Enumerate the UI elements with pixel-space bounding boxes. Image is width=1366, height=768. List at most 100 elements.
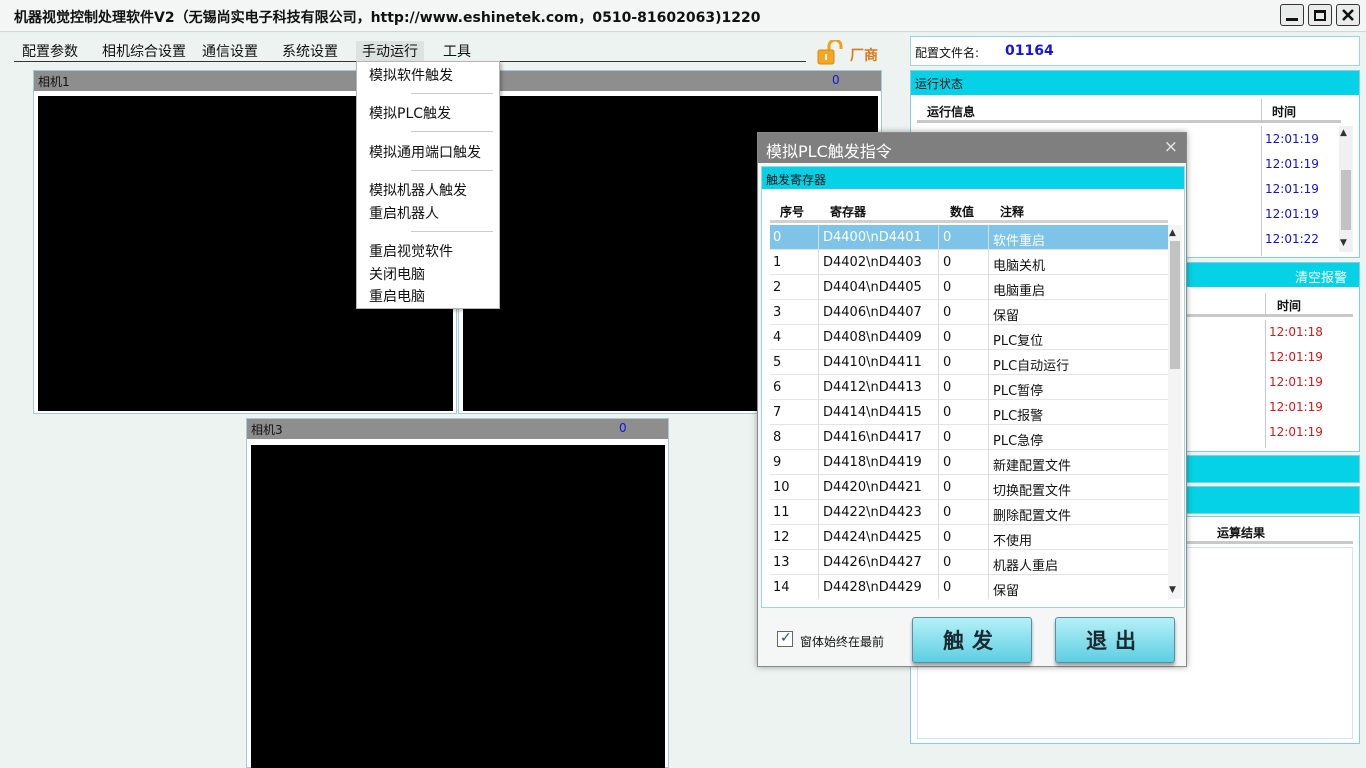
register-row[interactable]: 4 D4408\nD4409 0 PLC复位 (770, 325, 1168, 350)
row-note: 软件重启 (993, 234, 1046, 249)
run-time-cell: 12:01:22 (1265, 232, 1319, 246)
row-register: D4418\nD4419 (823, 455, 922, 470)
menu-restart-vision[interactable]: 重启视觉软件 (369, 241, 453, 261)
register-row[interactable]: 13 D4426\nD4427 0 机器人重启 (770, 550, 1168, 575)
row-value: 0 (943, 480, 952, 495)
menu-tools[interactable]: 工具 (443, 41, 471, 61)
menu-camera-settings[interactable]: 相机综合设置 (102, 41, 186, 61)
menu-manual-run[interactable]: 手动运行 (356, 41, 424, 61)
row-note: 保留 (993, 309, 1020, 324)
register-row[interactable]: 0 D4400\nD4401 0 软件重启 (770, 225, 1168, 250)
always-on-top-checkbox[interactable]: ✓ (777, 630, 793, 647)
menu-sim-plc-trigger[interactable]: 模拟PLC触发 (369, 103, 451, 123)
menu-sim-software-trigger[interactable]: 模拟软件触发 (369, 65, 453, 85)
dialog-close-icon[interactable]: × (1164, 137, 1178, 157)
register-row[interactable]: 7 D4414\nD4415 0 PLC报警 (770, 400, 1168, 425)
checkmark-icon: ✓ (780, 630, 792, 646)
column-divider (1261, 126, 1262, 256)
scroll-up-icon[interactable]: ▲ (1169, 228, 1176, 238)
register-grid-scrollbar[interactable]: ▲ ▼ (1168, 225, 1182, 599)
close-button[interactable] (1336, 4, 1360, 26)
column-divider (938, 525, 939, 550)
column-divider (818, 400, 819, 425)
menu-system-settings[interactable]: 系统设置 (282, 41, 338, 61)
row-note: PLC报警 (993, 409, 1044, 424)
row-value: 0 (943, 555, 952, 570)
menu-restart-robot[interactable]: 重启机器人 (369, 203, 439, 223)
menu-bar: 配置参数 相机综合设置 通信设置 系统设置 手动运行 工具 (14, 38, 806, 62)
menu-sim-port-trigger[interactable]: 模拟通用端口触发 (369, 142, 481, 162)
scroll-thumb[interactable] (1341, 170, 1351, 230)
row-index: 9 (773, 455, 782, 470)
row-index: 11 (773, 505, 790, 520)
column-divider (988, 275, 989, 300)
row-note: 新建配置文件 (993, 459, 1072, 474)
column-divider (938, 550, 939, 575)
row-value: 0 (943, 405, 952, 420)
register-row[interactable]: 1 D4402\nD4403 0 电脑关机 (770, 250, 1168, 275)
scroll-up-icon[interactable]: ▲ (1340, 128, 1347, 138)
register-row[interactable]: 12 D4424\nD4425 0 不使用 (770, 525, 1168, 550)
row-note: PLC暂停 (993, 384, 1044, 399)
run-status-scrollbar[interactable]: ▲ ▼ (1339, 126, 1353, 252)
row-index: 14 (773, 580, 790, 595)
column-divider (818, 500, 819, 525)
maximize-icon (1314, 9, 1326, 21)
title-bar: 机器视觉控制处理软件V2（无锡尚实电子科技有限公司，http://www.esh… (0, 0, 1366, 32)
column-divider (938, 400, 939, 425)
column-divider (988, 350, 989, 375)
register-row[interactable]: 10 D4420\nD4421 0 切换配置文件 (770, 475, 1168, 500)
col-index: 序号 (780, 205, 805, 219)
camera-3-name: 相机3 (251, 423, 283, 437)
unlock-icon[interactable] (816, 38, 846, 66)
menu-separator (411, 131, 493, 132)
row-index: 13 (773, 555, 790, 570)
column-divider (1265, 320, 1266, 448)
scroll-down-icon[interactable]: ▼ (1169, 585, 1176, 595)
alarm-time-cell: 12:01:19 (1269, 400, 1323, 414)
minimize-button[interactable] (1280, 4, 1304, 26)
register-row[interactable]: 3 D4406\nD4407 0 保留 (770, 300, 1168, 325)
row-register: D4406\nD4407 (823, 305, 922, 320)
menu-shutdown-pc[interactable]: 关闭电脑 (369, 264, 425, 284)
plc-trigger-dialog: 模拟PLC触发指令 × 触发寄存器 序号 寄存器 数值 注释 0 D4400\nD… (757, 132, 1187, 667)
row-register: D4404\nD4405 (823, 280, 922, 295)
column-divider (818, 350, 819, 375)
menu-restart-pc[interactable]: 重启电脑 (369, 286, 425, 306)
col-result: 运算结果 (1217, 526, 1266, 540)
run-status-header: 运行状态 (911, 71, 1359, 95)
scroll-thumb[interactable] (1170, 241, 1180, 369)
register-row[interactable]: 14 D4428\nD4429 0 保留 (770, 575, 1168, 599)
row-register: D4402\nD4403 (823, 255, 922, 270)
vendor-label[interactable]: 厂商 (850, 45, 878, 65)
register-row[interactable]: 2 D4404\nD4405 0 电脑重启 (770, 275, 1168, 300)
menu-sim-robot-trigger[interactable]: 模拟机器人触发 (369, 180, 467, 200)
maximize-button[interactable] (1308, 4, 1332, 26)
menu-comm-settings[interactable]: 通信设置 (202, 41, 258, 61)
register-row[interactable]: 6 D4412\nD4413 0 PLC暂停 (770, 375, 1168, 400)
row-value: 0 (943, 355, 952, 370)
col-register: 寄存器 (830, 205, 867, 219)
register-row[interactable]: 9 D4418\nD4419 0 新建配置文件 (770, 450, 1168, 475)
run-time-cell: 12:01:19 (1265, 132, 1319, 146)
row-note: PLC自动运行 (993, 359, 1070, 374)
register-row[interactable]: 11 D4422\nD4423 0 删除配置文件 (770, 500, 1168, 525)
column-divider (938, 250, 939, 275)
scroll-down-icon[interactable]: ▼ (1340, 238, 1347, 248)
column-divider (818, 250, 819, 275)
menu-config-params[interactable]: 配置参数 (22, 41, 78, 61)
camera-3-view[interactable] (251, 445, 665, 768)
trigger-register-header: 触发寄存器 (762, 167, 1184, 189)
register-row[interactable]: 5 D4410\nD4411 0 PLC自动运行 (770, 350, 1168, 375)
camera-3-count: 0 (619, 421, 627, 435)
register-row[interactable]: 8 D4416\nD4417 0 PLC急停 (770, 425, 1168, 450)
exit-button[interactable]: 退出 (1055, 617, 1175, 663)
trigger-button[interactable]: 触发 (912, 617, 1032, 663)
column-divider (818, 550, 819, 575)
column-divider (938, 275, 939, 300)
row-note: PLC急停 (993, 434, 1044, 449)
row-register: D4410\nD4411 (823, 355, 922, 370)
clear-alarms-button[interactable]: 清空报警 (1295, 267, 1347, 286)
row-note: 删除配置文件 (993, 509, 1072, 524)
row-index: 4 (773, 330, 782, 345)
